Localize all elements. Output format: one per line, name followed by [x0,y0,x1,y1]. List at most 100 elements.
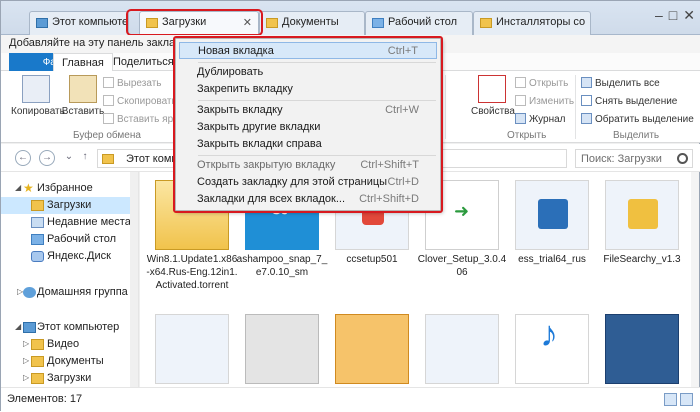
documents-folder-icon [31,356,44,367]
folder-icon [31,200,44,211]
file-name: ess_trial64_rus [518,254,586,265]
select-group-label: Выделить [613,130,660,141]
journal-label: Журнал [529,114,566,125]
edit-icon [515,95,526,106]
expand-arrow-icon[interactable]: ◢ [15,183,21,192]
maximize-button[interactable]: □ [669,7,677,24]
select-all-button[interactable]: Выделить все [581,77,660,89]
downloads-folder-icon [31,373,44,384]
menu-item-shortcut: Ctrl+W [385,104,419,116]
nav-desktop[interactable]: Рабочий стол [1,231,138,248]
file-name: ashampoo_snap_7_e7.0.10_sm [236,254,328,278]
properties-button[interactable]: Свойства [471,75,515,117]
journal-icon [515,113,526,124]
paste-shortcut-button[interactable]: Вставить ярлы [103,113,186,125]
file-item[interactable] [236,314,328,387]
tab-label: Рабочий стол [388,16,458,28]
menu-item-new-tab[interactable]: Новая вкладка Ctrl+T [179,42,437,59]
nav-homegroup[interactable]: ▷ Домашняя группа [1,284,138,301]
nav-scrollbar[interactable] [130,172,138,387]
paste-button[interactable]: Вставить [61,75,105,117]
file-item[interactable]: ess_trial64_rus [506,180,598,266]
menu-item-reopen-closed-tab[interactable]: Открыть закрытую вкладку Ctrl+Shift+T [179,157,437,174]
menu-item-close-tabs-right[interactable]: Закрыть вкладки справа [179,136,437,153]
close-button[interactable]: ✕ [683,7,695,24]
folder-icon [102,154,114,164]
nav-label: Рабочий стол [47,233,117,245]
menu-item-duplicate[interactable]: Дублировать [179,64,437,81]
file-item[interactable]: ♪ [506,314,598,387]
select-none-button[interactable]: Снять выделение [581,95,677,107]
menu-item-bookmark-all-tabs[interactable]: Закладки для всех вкладок... Ctrl+Shift+… [179,191,437,208]
nav-downloads-pc[interactable]: ▷ Загрузки [1,370,138,387]
menu-item-pin-tab[interactable]: Закрепить вкладку [179,81,437,98]
invert-selection-icon [581,113,592,124]
explorer-window: Этот компьютер Загрузки ✕ Документы Рабо… [0,0,700,412]
back-button[interactable]: ← [15,150,31,166]
tab-label: Инсталляторы со [496,16,586,28]
tab-this-pc[interactable]: Этот компьютер [29,11,129,35]
file-item[interactable]: FileSearchy_v1.3 [596,180,688,266]
expand-arrow-icon[interactable]: ◢ [15,322,21,331]
journal-button[interactable]: Журнал [515,113,566,125]
up-button[interactable]: ↑ [77,150,93,166]
computer-icon [23,322,36,333]
menu-item-label: Закрыть другие вкладки [197,121,321,133]
nav-recent[interactable]: Недавние места [1,214,138,231]
file-item[interactable] [146,314,238,387]
invert-selection-button[interactable]: Обратить выделение [581,113,694,125]
open-label: Открыть [529,78,569,89]
menu-item-close-tab[interactable]: Закрыть вкладку Ctrl+W [179,102,437,119]
tab-desktop[interactable]: Рабочий стол [365,11,473,35]
nav-yandex-disk[interactable]: Яндекс.Диск [1,248,138,265]
menu-item-shortcut: Ctrl+T [387,45,418,57]
cut-button[interactable]: Вырезать [103,77,161,89]
forward-button[interactable]: → [39,150,55,166]
history-dropdown[interactable]: ⌄ [61,150,77,166]
folder-icon [266,18,278,28]
copy-icon [22,75,50,103]
menu-separator [198,155,436,156]
file-name: FileSearchy_v1.3 [603,254,681,265]
ribbon-tab-share[interactable]: Поделиться [105,53,182,71]
nav-this-pc[interactable]: ◢ Этот компьютер [1,319,138,336]
nav-label: Этот компьютер [37,321,120,333]
menu-item-close-other-tabs[interactable]: Закрыть другие вкладки [179,119,437,136]
edit-button[interactable]: Изменить [515,95,574,107]
search-placeholder: Поиск: Загрузки [581,153,662,165]
expand-arrow-icon[interactable]: ▷ [23,356,29,365]
tab-highlight [126,9,263,36]
nav-documents[interactable]: ▷ Документы [1,353,138,370]
open-button[interactable]: Открыть [515,77,568,89]
search-input[interactable]: Поиск: Загрузки [575,149,693,168]
nav-label: Недавние места [47,216,131,228]
tab-documents[interactable]: Документы [259,11,365,35]
menu-item-bookmark-page[interactable]: Создать закладку для этой страницы Ctrl+… [179,174,437,191]
content-scrollbar[interactable] [691,172,699,387]
menu-item-label: Закрыть вкладку [197,104,283,116]
file-item[interactable] [416,314,508,387]
nav-label: Видео [47,338,80,350]
tab-installers[interactable]: Инсталляторы со [473,11,591,35]
ribbon-separator [575,75,576,139]
nav-downloads[interactable]: Загрузки [1,197,138,214]
minimize-button[interactable]: – [655,7,663,24]
menu-item-label: Закладки для всех вкладок... [197,193,346,205]
file-name: ccsetup501 [346,254,398,265]
file-item[interactable] [596,314,688,387]
nav-favorites[interactable]: ◢ ★ Избранное [1,180,138,197]
nav-video[interactable]: ▷ Видео [1,336,138,353]
nav-label: Домашняя группа [37,286,128,298]
expand-arrow-icon[interactable]: ▷ [23,339,29,348]
expand-arrow-icon[interactable]: ▷ [23,373,29,382]
tab-strip: Этот компьютер Загрузки ✕ Документы Рабо… [1,1,700,36]
ribbon-tab-home[interactable]: Главная [53,53,113,72]
copy-button[interactable]: Копировать [11,75,65,117]
nav-label: Яндекс.Диск [47,250,111,262]
edit-label: Изменить [529,96,575,107]
window-controls: – □ ✕ [655,7,695,24]
details-view-icon[interactable] [664,393,677,406]
large-icons-view-icon[interactable] [680,393,693,406]
file-item[interactable] [326,314,418,387]
menu-item-label: Закрепить вкладку [197,83,293,95]
